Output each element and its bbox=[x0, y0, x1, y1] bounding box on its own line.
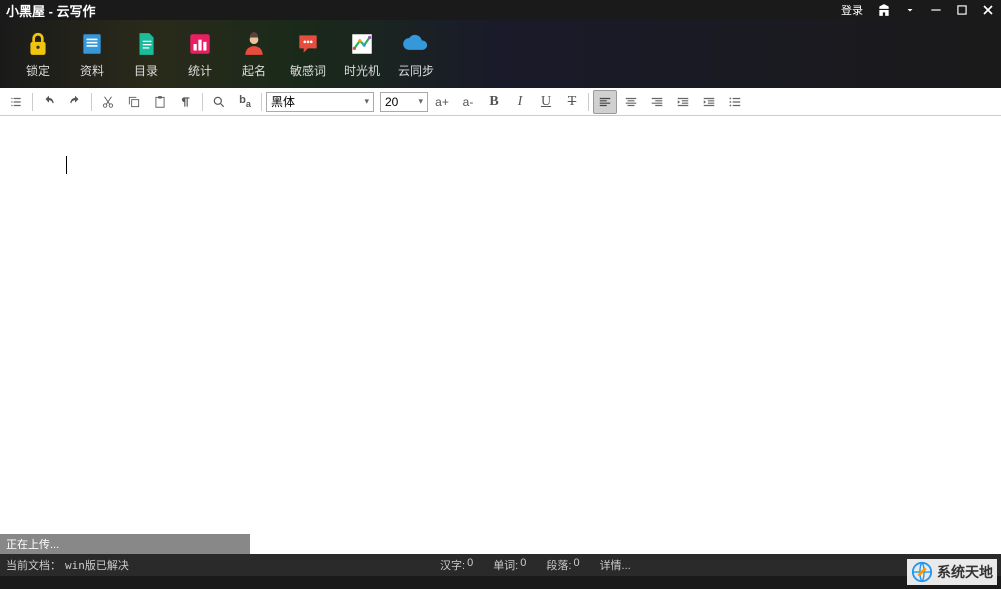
status-doc: 当前文档： win版已解决 bbox=[6, 557, 129, 573]
main-toolbar: 锁定 资料 目录 统计 起名 敏感词 时光机 bbox=[0, 20, 1001, 88]
font-value: 黑体 bbox=[271, 93, 295, 110]
redo-icon[interactable] bbox=[63, 90, 87, 114]
separator bbox=[202, 93, 203, 111]
para-count: 段落: 0 bbox=[546, 557, 579, 573]
chat-icon bbox=[294, 30, 322, 58]
list-icon[interactable] bbox=[4, 90, 28, 114]
catalog-button[interactable]: 目录 bbox=[128, 30, 164, 79]
window-controls: 登录 bbox=[841, 0, 997, 20]
data-button[interactable]: 资料 bbox=[74, 30, 110, 79]
bold-button[interactable]: B bbox=[482, 90, 506, 114]
italic-button[interactable]: I bbox=[508, 90, 532, 114]
sensitive-button[interactable]: 敏感词 bbox=[290, 30, 326, 79]
text-cursor bbox=[66, 156, 67, 174]
undo-icon[interactable] bbox=[37, 90, 61, 114]
fontsize-value: 20 bbox=[385, 95, 398, 109]
status-counts: 汉字: 0 单词: 0 段落: 0 详情... bbox=[440, 557, 631, 573]
strike-button[interactable]: T bbox=[560, 90, 584, 114]
person-icon bbox=[240, 30, 268, 58]
data-label: 资料 bbox=[80, 62, 104, 79]
underline-button[interactable]: U bbox=[534, 90, 558, 114]
copy-icon[interactable] bbox=[122, 90, 146, 114]
doc-label: 当前文档： bbox=[6, 557, 61, 573]
close-icon[interactable] bbox=[979, 1, 997, 19]
document-icon bbox=[132, 30, 160, 58]
stats-label: 统计 bbox=[188, 62, 212, 79]
timemachine-button[interactable]: 时光机 bbox=[344, 30, 380, 79]
dropdown-icon[interactable] bbox=[901, 1, 919, 19]
cloud-icon bbox=[402, 30, 430, 58]
font-select[interactable]: 黑体 bbox=[266, 92, 374, 112]
upload-status-bar: 正在上传... bbox=[0, 534, 250, 554]
paste-icon[interactable] bbox=[148, 90, 172, 114]
minimize-icon[interactable] bbox=[927, 1, 945, 19]
word-count: 单词: 0 bbox=[493, 557, 526, 573]
theme-icon[interactable] bbox=[875, 1, 893, 19]
char-count: 汉字: 0 bbox=[440, 557, 473, 573]
naming-label: 起名 bbox=[242, 62, 266, 79]
replace-icon[interactable]: ba bbox=[233, 90, 257, 114]
app-title: 小黑屋 - 云写作 bbox=[6, 1, 96, 20]
separator bbox=[588, 93, 589, 111]
lock-button[interactable]: 锁定 bbox=[20, 30, 56, 79]
naming-button[interactable]: 起名 bbox=[236, 30, 272, 79]
align-left-icon[interactable] bbox=[593, 90, 617, 114]
doc-name: win版已解决 bbox=[65, 557, 129, 573]
font-increase-button[interactable]: a+ bbox=[430, 90, 454, 114]
cloudsync-label: 云同步 bbox=[398, 62, 434, 79]
cloudsync-button[interactable]: 云同步 bbox=[398, 30, 434, 79]
upload-status-text: 正在上传... bbox=[6, 536, 59, 552]
lock-icon bbox=[24, 30, 52, 58]
format-toolbar: ba 黑体 20 a+ a- B I U T bbox=[0, 88, 1001, 116]
editor-area[interactable] bbox=[0, 116, 1001, 534]
title-bar: 小黑屋 - 云写作 登录 bbox=[0, 0, 1001, 20]
separator bbox=[32, 93, 33, 111]
maximize-icon[interactable] bbox=[953, 1, 971, 19]
upload-wrap: 正在上传... bbox=[0, 534, 1001, 554]
timemachine-label: 时光机 bbox=[344, 62, 380, 79]
login-link[interactable]: 登录 bbox=[841, 2, 863, 18]
paragraph-icon[interactable] bbox=[174, 90, 198, 114]
fontsize-select[interactable]: 20 bbox=[380, 92, 428, 112]
sensitive-label: 敏感词 bbox=[290, 62, 326, 79]
stats-button[interactable]: 统计 bbox=[182, 30, 218, 79]
status-bar: 当前文档： win版已解决 汉字: 0 单词: 0 段落: 0 详情... bbox=[0, 554, 1001, 576]
align-right-icon[interactable] bbox=[645, 90, 669, 114]
separator bbox=[261, 93, 262, 111]
align-center-icon[interactable] bbox=[619, 90, 643, 114]
cut-icon[interactable] bbox=[96, 90, 120, 114]
detail-link[interactable]: 详情... bbox=[600, 557, 631, 573]
font-decrease-button[interactable]: a- bbox=[456, 90, 480, 114]
catalog-label: 目录 bbox=[134, 62, 158, 79]
book-icon bbox=[78, 30, 106, 58]
separator bbox=[91, 93, 92, 111]
graph-icon bbox=[348, 30, 376, 58]
list-bullets-icon[interactable] bbox=[723, 90, 747, 114]
indent-increase-icon[interactable] bbox=[697, 90, 721, 114]
chart-icon bbox=[186, 30, 214, 58]
lock-label: 锁定 bbox=[26, 62, 50, 79]
indent-decrease-icon[interactable] bbox=[671, 90, 695, 114]
search-icon[interactable] bbox=[207, 90, 231, 114]
